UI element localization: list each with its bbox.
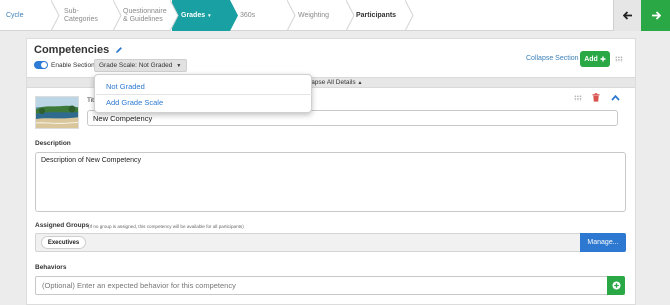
step-subcategories[interactable]: Sub- Categories bbox=[60, 0, 114, 31]
section-title: Competencies bbox=[34, 44, 123, 56]
description-label: Description bbox=[35, 140, 71, 147]
step-cycle[interactable]: Cycle bbox=[0, 0, 52, 31]
behavior-input[interactable]: (Optional) Enter an expected behavior fo… bbox=[35, 276, 607, 295]
arrow-right-icon bbox=[651, 11, 661, 20]
step-grades[interactable]: Grades ▾ bbox=[172, 0, 230, 31]
drag-handle-icon[interactable] bbox=[574, 95, 582, 101]
step-separator bbox=[346, 0, 355, 31]
description-textarea[interactable]: Description of New Competency bbox=[35, 152, 626, 212]
add-label: Add bbox=[584, 55, 598, 63]
menu-item-not-graded[interactable]: Not Graded bbox=[106, 82, 145, 91]
next-button[interactable] bbox=[641, 0, 670, 31]
title-value: New Competency bbox=[93, 113, 153, 123]
manage-groups-button[interactable]: Manage... bbox=[580, 233, 626, 252]
step-weighting[interactable]: Weighting bbox=[298, 0, 346, 31]
assigned-groups-note: (If no group is assigned, this competenc… bbox=[88, 224, 244, 229]
assigned-groups-field[interactable] bbox=[35, 233, 580, 252]
beach-landscape-image bbox=[36, 97, 78, 128]
grade-scale-dropdown[interactable]: Grade Scale: Not Graded ▼ bbox=[94, 59, 187, 72]
group-chip-label: Executives bbox=[47, 239, 80, 246]
step-label: Weighting bbox=[298, 11, 330, 19]
add-button[interactable]: Add bbox=[580, 51, 610, 67]
step-separator bbox=[230, 0, 238, 31]
progress-step-bar: Cycle Sub- Categories Questionnaire & Gu… bbox=[0, 0, 670, 31]
enable-section-label: Enable Section bbox=[51, 62, 95, 69]
pencil-icon[interactable] bbox=[115, 46, 123, 54]
grade-scale-menu: Not Graded Add Grade Scale bbox=[94, 74, 312, 113]
step-separator bbox=[170, 0, 179, 31]
chevron-down-icon: ▾ bbox=[208, 12, 211, 19]
step-participants[interactable]: Participants bbox=[356, 0, 406, 31]
drag-handle-icon[interactable] bbox=[615, 56, 623, 62]
section-title-text: Competencies bbox=[34, 44, 110, 56]
plus-icon bbox=[600, 56, 606, 62]
step-label: Questionnaire & Guidelines bbox=[123, 7, 167, 23]
step-questionnaire[interactable]: Questionnaire & Guidelines bbox=[120, 0, 176, 31]
step-separator bbox=[287, 0, 296, 31]
step-label: 360s bbox=[240, 11, 256, 19]
back-button[interactable] bbox=[613, 0, 642, 31]
behaviors-label: Behaviors bbox=[35, 264, 67, 271]
menu-item-add-grade-scale[interactable]: Add Grade Scale bbox=[106, 98, 163, 107]
step-separator bbox=[405, 0, 414, 31]
step-label: Grades bbox=[181, 11, 206, 19]
trash-icon[interactable] bbox=[592, 93, 600, 102]
behavior-placeholder: (Optional) Enter an expected behavior fo… bbox=[42, 281, 236, 290]
enable-section-toggle[interactable] bbox=[34, 61, 48, 69]
manage-label: Manage... bbox=[587, 239, 619, 246]
step-label: Participants bbox=[356, 11, 397, 19]
group-chip-executives[interactable]: Executives bbox=[41, 236, 86, 249]
step-360s[interactable]: 360s bbox=[240, 0, 288, 31]
add-behavior-button[interactable] bbox=[607, 276, 625, 295]
caret-down-icon: ▼ bbox=[176, 62, 182, 69]
step-label: Sub- Categories bbox=[64, 7, 98, 23]
plus-circle-icon bbox=[612, 281, 620, 290]
assigned-groups-label: Assigned Groups bbox=[35, 222, 90, 229]
competency-image[interactable] bbox=[35, 96, 79, 129]
menu-divider bbox=[96, 94, 312, 95]
arrow-left-icon bbox=[623, 11, 632, 20]
description-value: Description of New Competency bbox=[41, 157, 141, 164]
grade-scale-label: Grade Scale: Not Graded bbox=[99, 62, 173, 69]
step-label: Cycle bbox=[6, 11, 24, 19]
chevron-up-icon[interactable] bbox=[611, 95, 620, 101]
chevron-up-icon: ▲ bbox=[357, 80, 363, 86]
collapse-section-link[interactable]: Collapse Section bbox=[526, 55, 579, 62]
